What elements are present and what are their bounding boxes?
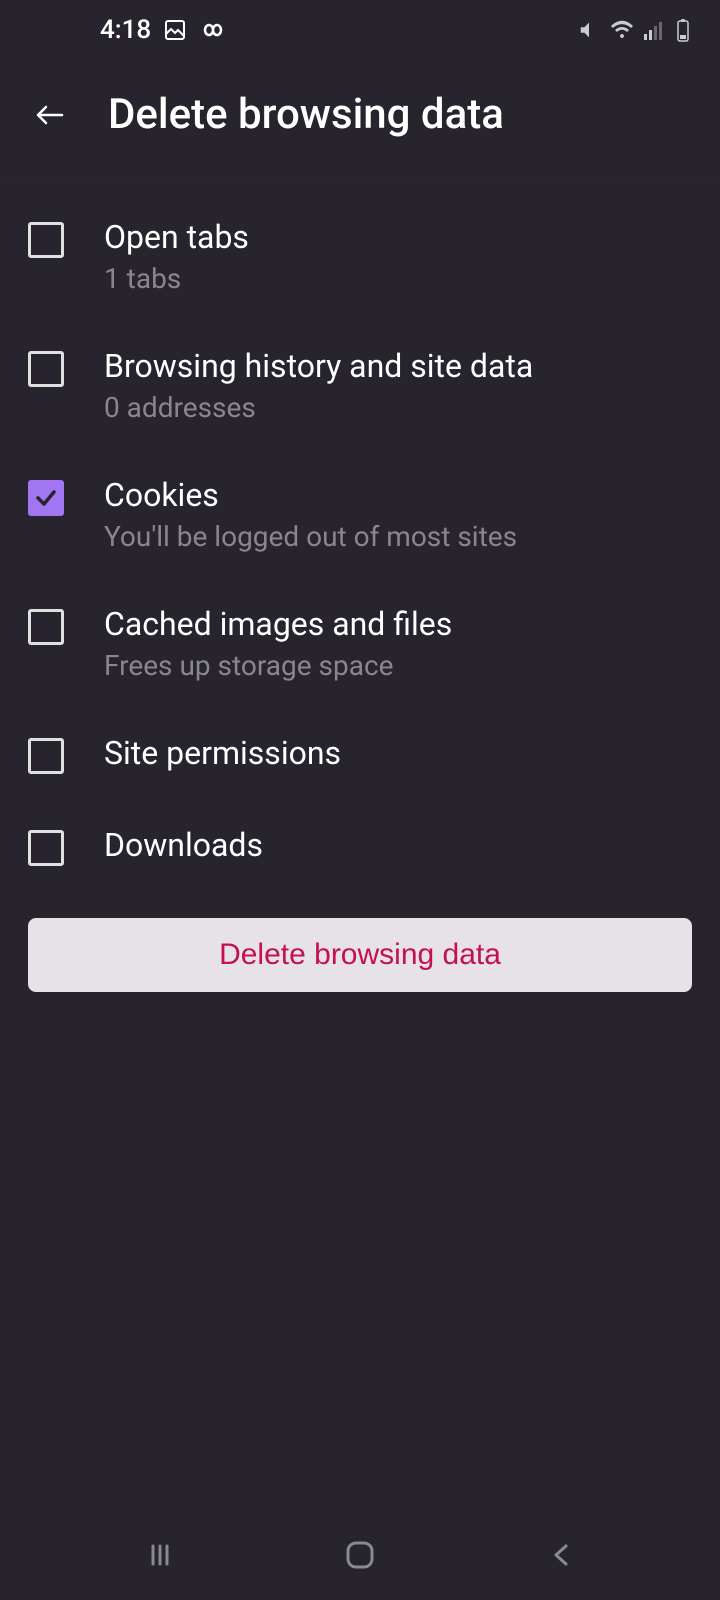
page-title: Delete browsing data	[108, 90, 504, 139]
signal-icon	[644, 20, 666, 40]
option-browsing-history[interactable]: Browsing history and site data 0 address…	[0, 321, 720, 450]
home-button[interactable]	[330, 1525, 390, 1585]
delete-button[interactable]: Delete browsing data	[28, 918, 692, 992]
back-system-button[interactable]	[530, 1525, 590, 1585]
back-button[interactable]	[28, 93, 72, 137]
checkbox-site-permissions[interactable]	[28, 738, 64, 774]
option-site-permissions[interactable]: Site permissions	[0, 708, 720, 800]
checkbox-cached-images[interactable]	[28, 609, 64, 645]
checkbox-downloads[interactable]	[28, 830, 64, 866]
checkbox-open-tabs[interactable]	[28, 222, 64, 258]
option-subtitle: 0 addresses	[104, 391, 533, 424]
options-list: Open tabs 1 tabs Browsing history and si…	[0, 180, 720, 904]
option-subtitle: You'll be logged out of most sites	[104, 520, 517, 553]
option-title: Downloads	[104, 826, 263, 864]
option-subtitle: 1 tabs	[104, 262, 249, 295]
image-icon	[163, 18, 187, 42]
option-title: Cookies	[104, 476, 517, 514]
checkbox-browsing-history[interactable]	[28, 351, 64, 387]
infinity-icon	[199, 22, 227, 38]
option-cached-images[interactable]: Cached images and files Frees up storage…	[0, 579, 720, 708]
option-cookies[interactable]: Cookies You'll be logged out of most sit…	[0, 450, 720, 579]
wifi-icon	[610, 20, 634, 40]
option-title: Open tabs	[104, 218, 249, 256]
option-subtitle: Frees up storage space	[104, 649, 452, 682]
option-downloads[interactable]: Downloads	[0, 800, 720, 892]
checkbox-cookies[interactable]	[28, 480, 64, 516]
system-nav-bar	[0, 1510, 720, 1600]
option-title: Cached images and files	[104, 605, 452, 643]
recent-apps-button[interactable]	[130, 1525, 190, 1585]
status-time: 4:18	[100, 15, 151, 45]
mute-icon	[578, 19, 600, 41]
header: Delete browsing data	[0, 60, 720, 180]
option-title: Site permissions	[104, 734, 341, 772]
option-title: Browsing history and site data	[104, 347, 533, 385]
option-open-tabs[interactable]: Open tabs 1 tabs	[0, 192, 720, 321]
status-bar: 4:18	[0, 0, 720, 60]
battery-icon	[676, 18, 690, 42]
